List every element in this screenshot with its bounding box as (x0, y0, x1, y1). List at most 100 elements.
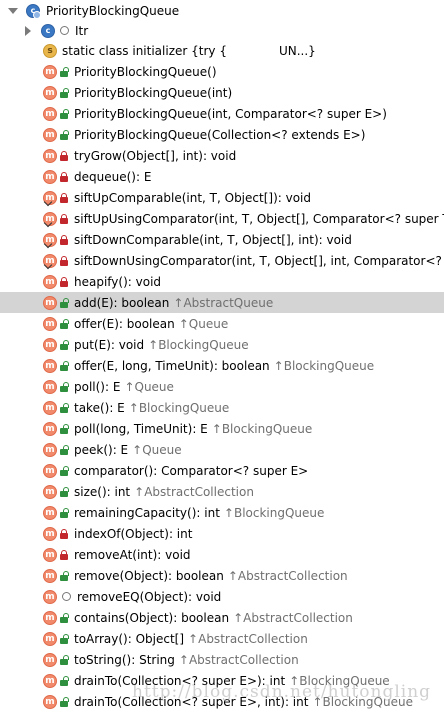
super-type-label: BlockingQueue (138, 400, 230, 415)
tree-member-row[interactable]: m offer(E): boolean ↑Queue (0, 313, 444, 334)
tree-member-row[interactable]: m remove(Object): boolean ↑AbstractCollect… (0, 565, 444, 586)
tree-member-row[interactable]: m poll(long, TimeUnit): E ↑BlockingQueue (0, 418, 444, 439)
tree-root-class[interactable]: c PriorityBlockingQueue (0, 0, 444, 21)
public-unlock-icon (60, 318, 69, 329)
method-icon: m (43, 148, 57, 163)
method-icon: m (43, 316, 57, 331)
member-label: PriorityBlockingQueue() (74, 64, 217, 79)
super-arrow-icon: ↑ (233, 610, 244, 625)
public-unlock-icon (60, 360, 69, 371)
tree-member-row[interactable]: m removeEQ(Object): void (0, 586, 444, 607)
super-type-hint: ↑BlockingQueue (148, 338, 249, 352)
member-label: removeEQ(Object): void (77, 589, 222, 604)
public-unlock-icon (60, 465, 69, 476)
public-unlock-icon (60, 633, 69, 644)
tree-member-row[interactable]: m toArray(): Object[] ↑AbstractCollection (0, 628, 444, 649)
super-arrow-icon: ↑ (178, 652, 189, 667)
class-icon: c (26, 3, 41, 19)
public-unlock-icon (60, 486, 69, 497)
method-icon: m (43, 106, 57, 121)
member-label: toArray(): Object[] (74, 631, 185, 646)
super-arrow-icon: ↑ (148, 337, 159, 352)
public-unlock-icon (60, 507, 69, 518)
member-label: peek(): E (74, 442, 129, 457)
public-unlock-icon (60, 675, 69, 686)
method-icon: m (43, 652, 57, 667)
super-arrow-icon: ↑ (188, 631, 199, 646)
super-arrow-icon: ↑ (289, 673, 300, 688)
tree-member-row[interactable]: m heapify(): void (0, 271, 444, 292)
method-icon: m (43, 169, 57, 184)
super-type-label: BlockingQueue (322, 694, 413, 709)
tree-member-row[interactable]: m siftUpUsingComparator(int, T, Object[],… (0, 208, 444, 229)
member-label: take(): E (74, 400, 125, 415)
super-type-label: BlockingQueue (221, 421, 313, 436)
method-icon: m (43, 295, 57, 310)
member-label: offer(E): boolean (74, 316, 175, 331)
public-unlock-icon (60, 612, 69, 623)
super-type-hint: ↑Queue (179, 317, 228, 331)
private-lock-icon (60, 255, 68, 266)
inner-class-label: Itr (75, 23, 89, 38)
member-label: comparator(): Comparator<? super E> (74, 463, 309, 478)
tree-member-row[interactable]: m PriorityBlockingQueue(int, Comparator<?… (0, 103, 444, 124)
private-lock-icon (60, 171, 68, 182)
tree-static-initializer[interactable]: s static class initializer {try { UN...} (0, 40, 444, 61)
tree-member-row[interactable]: m contains(Object): boolean ↑AbstractColle… (0, 607, 444, 628)
member-label: poll(): E (74, 379, 121, 394)
tree-member-row[interactable]: m drainTo(Collection<? super E>): int ↑Blo… (0, 670, 444, 691)
public-unlock-icon (60, 129, 69, 140)
static-marker-icon (45, 262, 51, 268)
method-icon: m (43, 337, 57, 352)
tree-member-row[interactable]: m add(E): boolean ↑AbstractQueue (0, 292, 444, 313)
super-type-hint: ↑AbstractQueue (173, 296, 273, 310)
tree-member-row[interactable]: m drainTo(Collection<? super E>, int): in… (0, 691, 444, 712)
tree-member-row[interactable]: m siftDownUsingComparator(int, T, Object[… (0, 250, 444, 271)
method-icon: m (43, 64, 57, 79)
method-icon: m (43, 379, 57, 394)
method-icon: m (43, 673, 57, 688)
super-type-hint: ↑AbstractCollection (188, 632, 308, 646)
super-type-label: BlockingQueue (158, 337, 249, 352)
tree-member-row[interactable]: m PriorityBlockingQueue(Collection<? exte… (0, 124, 444, 145)
initializer-label: static class initializer {try { (62, 43, 227, 58)
collapse-arrow-icon[interactable] (8, 7, 18, 14)
tree-member-row[interactable]: m PriorityBlockingQueue() (0, 61, 444, 82)
tree-member-row[interactable]: m peek(): E ↑Queue (0, 439, 444, 460)
structure-panel: c PriorityBlockingQueue c Itr s static c… (0, 0, 444, 712)
tree-member-row[interactable]: m take(): E ↑BlockingQueue (0, 397, 444, 418)
method-icon: m (43, 127, 57, 142)
tree-member-row[interactable]: m PriorityBlockingQueue(int) (0, 82, 444, 103)
super-type-label: Queue (142, 442, 182, 457)
member-label: siftUpComparable(int, T, Object[]): void (74, 190, 311, 205)
method-icon: m (43, 274, 57, 289)
tree-member-row[interactable]: m dequeue(): E (0, 166, 444, 187)
tree-member-row[interactable]: m put(E): void ↑BlockingQueue (0, 334, 444, 355)
member-label: siftUpUsingComparator(int, T, Object[], … (74, 211, 444, 226)
tree-member-row[interactable]: m siftDownComparable(int, T, Object[], in… (0, 229, 444, 250)
public-unlock-icon (60, 339, 69, 350)
tree-member-row[interactable]: m tryGrow(Object[], int): void (0, 145, 444, 166)
tree-member-row[interactable]: m removeAt(int): void (0, 544, 444, 565)
tree-member-row[interactable]: m remainingCapacity(): int ↑BlockingQueue (0, 502, 444, 523)
super-type-hint: ↑BlockingQueue (129, 401, 230, 415)
tree-inner-class-itr[interactable]: c Itr (0, 20, 444, 41)
method-icon: m (43, 568, 57, 583)
public-unlock-icon (60, 381, 69, 392)
member-label: tryGrow(Object[], int): void (74, 148, 237, 163)
tree-member-row[interactable]: m siftUpComparable(int, T, Object[]): voi… (0, 187, 444, 208)
public-unlock-icon (60, 444, 69, 455)
expand-arrow-icon[interactable] (25, 25, 31, 36)
tree-member-row[interactable]: m toString(): String ↑AbstractCollection (0, 649, 444, 670)
tree-member-row[interactable]: m size(): int ↑AbstractCollection (0, 481, 444, 502)
super-arrow-icon: ↑ (173, 295, 184, 310)
method-icon: m (43, 589, 57, 604)
tree-member-row[interactable]: m indexOf(Object): int (0, 523, 444, 544)
tree-member-row[interactable]: m comparator(): Comparator<? super E> (0, 460, 444, 481)
tree-member-row[interactable]: m offer(E, long, TimeUnit): boolean ↑Block… (0, 355, 444, 376)
super-arrow-icon: ↑ (124, 379, 135, 394)
super-type-hint: ↑AbstractCollection (179, 653, 299, 667)
static-marker-icon (45, 241, 51, 247)
member-label: siftDownUsingComparator(int, T, Object[]… (74, 253, 444, 268)
tree-member-row[interactable]: m poll(): E ↑Queue (0, 376, 444, 397)
